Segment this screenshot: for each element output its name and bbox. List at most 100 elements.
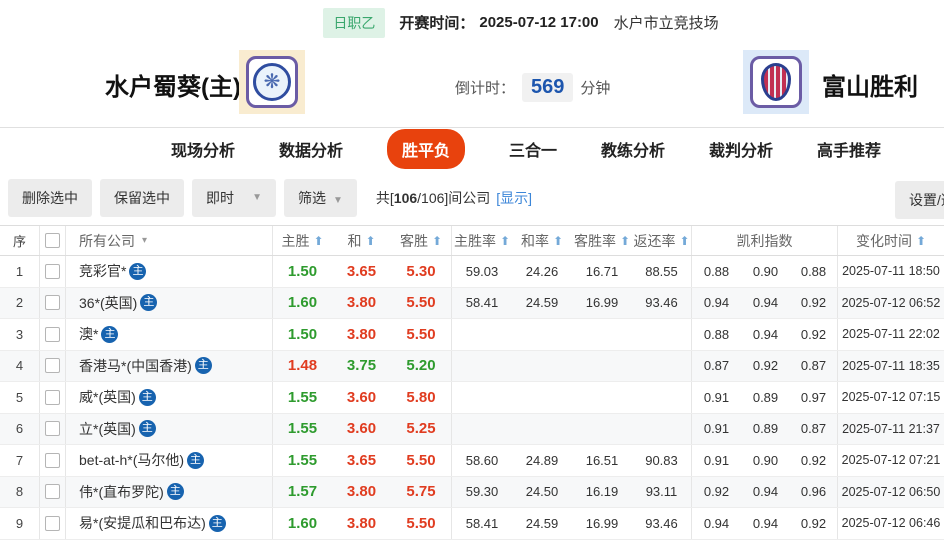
pct-cell: 24.26 (525, 263, 559, 279)
nav-tab[interactable]: 三合一 (509, 137, 557, 161)
odds-cell[interactable]: 1.50 (273, 319, 332, 350)
row-checkbox[interactable] (45, 358, 60, 374)
odds-cell[interactable]: 1.60 (273, 288, 332, 319)
company-name[interactable]: 澳* (79, 324, 98, 344)
col-header-away-pct[interactable]: 客胜率 ⬆ (572, 226, 632, 255)
row-index: 6 (0, 413, 40, 444)
company-name[interactable]: 易*(安提瓜和巴布达) (79, 513, 206, 533)
row-checkbox[interactable] (45, 421, 60, 437)
odds-cell[interactable]: 3.80 (332, 508, 391, 539)
company-cell: 36*(英国) 主 (66, 287, 273, 318)
odds-cell[interactable]: 5.50 (391, 445, 452, 476)
company-name[interactable]: 36*(英国) (79, 293, 137, 313)
row-checkbox[interactable] (45, 484, 60, 500)
sort-asc-icon: ⬆ (365, 233, 376, 248)
odds-cell[interactable]: 3.60 (332, 382, 391, 413)
odds-cell[interactable]: 1.55 (273, 414, 332, 445)
settings-button[interactable]: 设置/选 (895, 181, 944, 219)
row-checkbox[interactable] (45, 452, 60, 468)
pct-cell (512, 382, 572, 413)
pct-cell: 16.99 (585, 295, 619, 311)
away-logo-frame (750, 56, 802, 108)
kelly-cell: 0.94 (752, 326, 779, 342)
odds-cell[interactable]: 3.75 (332, 351, 391, 382)
row-checkbox[interactable] (45, 389, 60, 405)
kelly-cell: 0.96 (790, 476, 838, 507)
table-row: 1 竞彩官* 主 1.50 3.65 5.30 59.03 24.26 16.71 88.55 0.… (0, 256, 944, 288)
odds-cell[interactable]: 5.75 (391, 476, 452, 507)
pct-cell: 24.89 (525, 452, 559, 468)
mode-dropdown-label: 即时 (206, 189, 234, 206)
row-checkbox[interactable] (45, 515, 60, 531)
nav-tabs: 现场分析 数据分析 胜平负 三合一 教练分析 裁判分析 高手推荐 (54, 128, 944, 170)
col-header-home-odds[interactable]: 主胜 ⬆ (273, 226, 332, 255)
sort-asc-icon: ⬆ (619, 233, 631, 248)
row-checkbox[interactable] (45, 263, 60, 279)
odds-cell[interactable]: 5.20 (391, 350, 452, 381)
filter-dropdown[interactable]: 筛选 ▼ (284, 178, 357, 217)
company-name[interactable]: 伟*(直布罗陀) (79, 482, 164, 502)
pct-cell (572, 351, 632, 382)
odds-cell[interactable]: 5.25 (391, 413, 452, 444)
away-emblem-icon (761, 63, 791, 101)
kelly-cell: 0.90 (752, 263, 779, 279)
odds-cell[interactable]: 5.50 (391, 508, 452, 539)
nav-tab[interactable]: 高手推荐 (817, 137, 881, 161)
nav-tab[interactable]: 现场分析 (171, 137, 235, 161)
mode-dropdown[interactable]: 即时 ▼ (192, 178, 276, 217)
odds-cell[interactable]: 5.30 (391, 256, 452, 287)
nav-tab[interactable]: 裁判分析 (709, 137, 773, 161)
nav-tab[interactable]: 胜平负 (386, 129, 465, 169)
odds-cell[interactable]: 3.60 (332, 414, 391, 445)
select-all-checkbox[interactable] (45, 233, 60, 248)
row-checkbox[interactable] (45, 295, 60, 311)
delete-selected-button[interactable]: 删除选中 (8, 178, 92, 217)
odds-cell[interactable]: 3.65 (332, 256, 391, 287)
show-link[interactable]: [显示] (496, 188, 532, 208)
pct-cell: 16.51 (585, 452, 619, 468)
nav-tab[interactable]: 数据分析 (279, 137, 343, 161)
odds-cell[interactable]: 1.55 (273, 382, 332, 413)
nav-tab[interactable]: 教练分析 (601, 137, 665, 161)
table-header: 序 所有公司 ▾ 主胜 ⬆ 和 ⬆ 客胜 ⬆ 主胜率 ⬆ 和率 ⬆ 客胜率 ⬆ 返还率 ⬆ 凯… (0, 226, 944, 256)
top-info-bar: 日职乙 开赛时间： 2025-07-12 17:00 水户市立竞技场 (49, 0, 944, 45)
col-header-away-odds[interactable]: 客胜 ⬆ (391, 226, 452, 255)
away-team-name: 富山胜利 (822, 74, 918, 101)
odds-cell[interactable]: 5.50 (391, 287, 452, 318)
odds-cell[interactable]: 5.80 (391, 382, 452, 413)
odds-cell[interactable]: 3.80 (332, 288, 391, 319)
odds-cell[interactable]: 3.80 (332, 319, 391, 350)
col-header-draw-odds[interactable]: 和 ⬆ (332, 226, 391, 255)
company-name[interactable]: 竞彩官* (79, 261, 126, 281)
odds-cell[interactable]: 1.57 (273, 477, 332, 508)
row-index: 1 (0, 256, 40, 287)
odds-cell[interactable]: 3.80 (332, 477, 391, 508)
home-company-icon: 主 (166, 483, 184, 501)
keep-selected-button[interactable]: 保留选中 (100, 178, 184, 217)
pct-cell (632, 413, 692, 444)
col-header-return-pct[interactable]: 返还率 ⬆ (632, 226, 692, 255)
kelly-cell: 0.89 (752, 421, 779, 437)
company-name[interactable]: 香港马*(中国香港) (79, 356, 192, 376)
col-header-draw-pct[interactable]: 和率 ⬆ (512, 226, 572, 255)
pct-cell (452, 414, 512, 445)
col-header-home-pct[interactable]: 主胜率 ⬆ (452, 226, 512, 255)
kelly-cell: 0.87 (703, 358, 730, 374)
row-checkbox[interactable] (45, 326, 60, 342)
company-name[interactable]: 立*(英国) (79, 419, 136, 439)
pct-cell (452, 382, 512, 413)
company-name[interactable]: bet-at-h*(马尔他) (79, 450, 184, 470)
companies-count: 106 (393, 189, 418, 206)
odds-cell[interactable]: 1.48 (273, 351, 332, 382)
row-checkbox-cell (40, 256, 66, 287)
odds-cell[interactable]: 5.50 (391, 319, 452, 350)
company-name[interactable]: 威*(英国) (79, 387, 136, 407)
col-header-change-time[interactable]: 变化时间 ⬆ (838, 226, 944, 255)
col-header-company[interactable]: 所有公司 ▾ (66, 226, 273, 255)
kelly-cell: 0.92 (790, 287, 838, 318)
pct-cell: 90.83 (632, 445, 692, 476)
odds-cell[interactable]: 1.50 (273, 256, 332, 287)
odds-cell[interactable]: 1.60 (273, 508, 332, 539)
odds-cell[interactable]: 1.55 (273, 445, 332, 476)
odds-cell[interactable]: 3.65 (332, 445, 391, 476)
